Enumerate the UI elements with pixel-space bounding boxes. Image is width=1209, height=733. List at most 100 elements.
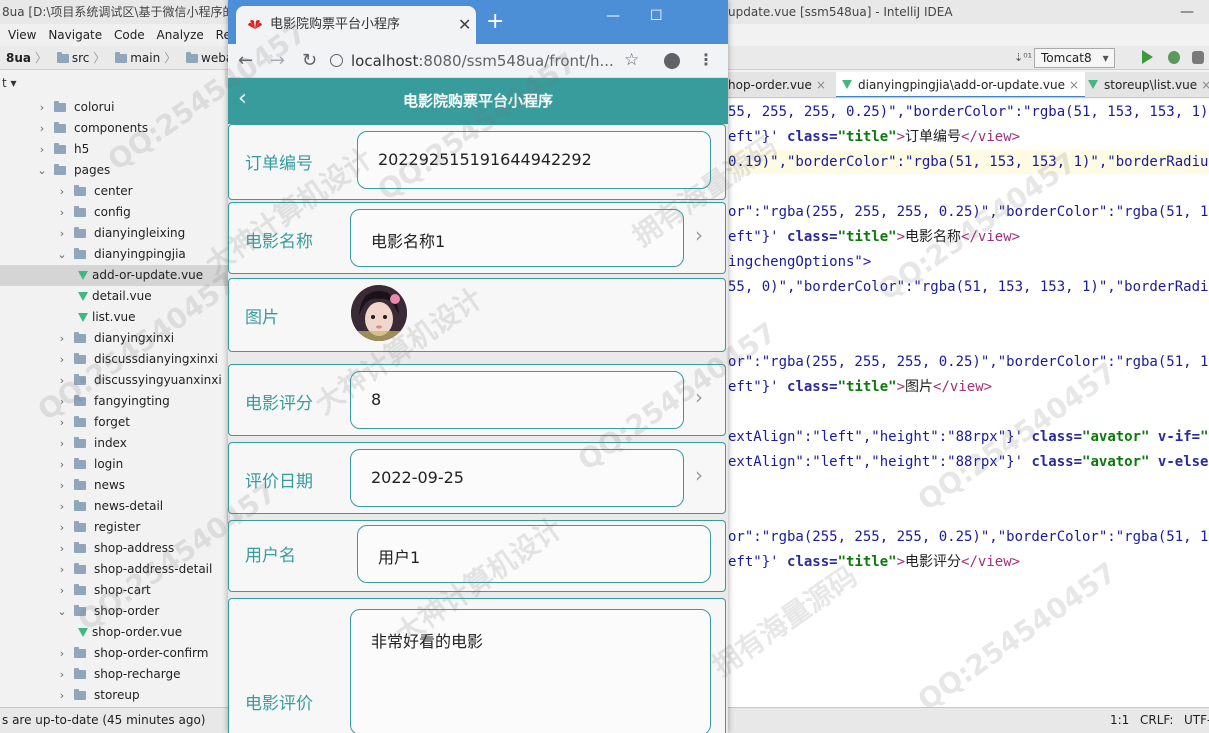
tree-folder-item[interactable]: › storeup — [0, 685, 228, 706]
tree-folder-item[interactable]: › shop-address — [0, 538, 228, 559]
vcs-icon[interactable]: ⇣⁰¹ — [1014, 46, 1032, 70]
reload-icon[interactable]: ↻ — [302, 50, 317, 72]
chevron-right-icon[interactable]: › — [56, 685, 68, 706]
chevron-right-icon[interactable]: › — [56, 580, 68, 601]
code-line[interactable]: eft"}' class="title">电影名称</view> — [728, 225, 1020, 249]
chevron-right-icon[interactable]: › — [56, 412, 68, 433]
tree-folder-item[interactable]: ⌄ dianyingpingjia — [0, 244, 228, 265]
run-config-select[interactable]: Tomcat8 — [1034, 48, 1115, 68]
editor-tab-add-or-update[interactable]: dianyingpingjia\add-or-update.vue × — [836, 72, 1086, 97]
back-arrow-icon[interactable]: ← — [238, 50, 253, 72]
file-encoding[interactable]: UTF- — [1184, 708, 1209, 732]
chevron-right-icon[interactable]: › — [56, 202, 68, 223]
chevron-down-icon[interactable]: ⌄ — [36, 160, 48, 181]
movie-rating-select[interactable]: 8 — [350, 371, 684, 429]
tree-file-item[interactable]: add-or-update.vue — [0, 265, 228, 286]
chevron-right-icon[interactable]: › — [36, 118, 48, 139]
tree-folder-item[interactable]: › components — [0, 118, 228, 139]
tree-folder-item[interactable]: › forget — [0, 412, 228, 433]
breadcrumb-src[interactable]: src — [56, 46, 89, 69]
tree-folder-item[interactable]: › discussyingyuanxinxi — [0, 370, 228, 391]
tree-folder-item[interactable]: › news — [0, 475, 228, 496]
address-bar[interactable]: localhost:8080/ssm548ua/front/h... — [330, 48, 640, 74]
chevron-right-icon[interactable]: › — [695, 223, 703, 247]
tree-folder-item[interactable]: › colorui — [0, 97, 228, 118]
breadcrumb-webapp[interactable]: webapp — [186, 46, 228, 69]
code-line[interactable]: ingchengOptions"> — [728, 250, 871, 274]
run-icon[interactable] — [1142, 50, 1153, 64]
breadcrumb-main[interactable]: main — [115, 46, 160, 69]
breadcrumb-project[interactable]: 8ua — [6, 46, 31, 69]
tree-folder-item[interactable]: › h5 — [0, 139, 228, 160]
code-line[interactable]: or":"rgba(255, 255, 255, 0.25)","borderC… — [728, 525, 1209, 549]
tree-folder-item[interactable]: › config — [0, 202, 228, 223]
code-line[interactable]: 55, 0)","borderColor":"rgba(51, 153, 153… — [728, 275, 1209, 299]
tree-folder-item[interactable]: › discussdianyingxinxi — [0, 349, 228, 370]
coverage-icon[interactable] — [1192, 51, 1204, 64]
editor-tab-shop-order[interactable]: hop-order.vue × — [728, 72, 832, 97]
code-line[interactable]: eft"}' class="title">电影评分</view> — [728, 550, 1020, 574]
chevron-right-icon[interactable]: › — [36, 139, 48, 160]
browser-tab[interactable]: 电影院购票平台小程序 ✕ — [236, 6, 476, 44]
code-line[interactable]: 55, 255, 255, 0.25)","borderColor":"rgba… — [728, 100, 1209, 124]
chevron-right-icon[interactable]: › — [56, 433, 68, 454]
code-line[interactable]: extAlign":"left","height":"88rpx"}' clas… — [728, 425, 1209, 449]
tree-folder-item[interactable]: › shop-address-detail — [0, 559, 228, 580]
tree-folder-item[interactable]: › center — [0, 181, 228, 202]
line-separator[interactable]: CRLF: — [1140, 708, 1173, 732]
chevron-right-icon[interactable]: › — [56, 328, 68, 349]
code-line[interactable]: 0.19)","borderColor":"rgba(51, 153, 153,… — [728, 150, 1209, 174]
code-line[interactable]: eft"}' class="title">图片</view> — [728, 375, 992, 399]
code-editor[interactable]: 55, 255, 255, 0.25)","borderColor":"rgba… — [728, 99, 1209, 707]
review-date-picker[interactable]: 2022-09-25 — [350, 449, 684, 507]
close-icon[interactable]: × — [1201, 78, 1209, 92]
tree-folder-item[interactable]: › dianyingxinxi — [0, 328, 228, 349]
chevron-down-icon[interactable]: ⌄ — [56, 601, 68, 622]
code-line[interactable]: eft"}' class="title">订单编号</view> — [728, 125, 1020, 149]
code-line[interactable]: extAlign":"left","height":"88rpx"}' clas… — [728, 450, 1208, 474]
tree-folder-item[interactable]: › news-detail — [0, 496, 228, 517]
chevron-down-icon[interactable]: ⌄ — [56, 244, 68, 265]
movie-image-avatar[interactable] — [351, 285, 407, 341]
info-icon[interactable] — [330, 54, 343, 67]
chevron-right-icon[interactable]: › — [56, 517, 68, 538]
maximize-icon[interactable]: ☐ — [650, 8, 663, 24]
tree-folder-item[interactable]: › shop-order-confirm — [0, 643, 228, 664]
tree-folder-item[interactable]: ⌄ pages — [0, 160, 228, 181]
minimize-icon[interactable]: — — [1180, 0, 1194, 24]
forward-arrow-icon[interactable]: → — [270, 50, 285, 72]
chevron-right-icon[interactable]: › — [56, 643, 68, 664]
code-line[interactable]: or":"rgba(255, 255, 255, 0.25)","borderC… — [728, 200, 1209, 224]
tree-file-item[interactable]: list.vue — [0, 307, 228, 328]
menu-view[interactable]: View — [8, 24, 36, 46]
tree-folder-item[interactable]: › register — [0, 517, 228, 538]
menu-navigate[interactable]: Navigate — [48, 24, 102, 46]
cursor-position[interactable]: 1:1 — [1110, 708, 1129, 732]
menu-analyze[interactable]: Analyze — [157, 24, 204, 46]
chevron-right-icon[interactable]: › — [56, 538, 68, 559]
project-panel-header[interactable]: t ▾ — [0, 72, 228, 94]
close-icon[interactable]: × — [1069, 78, 1079, 92]
bookmark-star-icon[interactable]: ☆ — [624, 50, 639, 70]
close-icon[interactable]: ✕ — [458, 6, 471, 44]
tree-folder-item[interactable]: › shop-recharge — [0, 664, 228, 685]
editor-tab-storeup-list[interactable]: storeup\list.vue× — [1082, 72, 1209, 97]
tree-folder-item[interactable]: › index — [0, 433, 228, 454]
code-line[interactable]: or":"rgba(255, 255, 255, 0.25)","borderC… — [728, 350, 1209, 374]
chevron-right-icon[interactable]: › — [56, 559, 68, 580]
back-chevron-icon[interactable]: ‹ — [238, 86, 247, 112]
debug-icon[interactable] — [1168, 51, 1180, 64]
chevron-right-icon[interactable]: › — [695, 463, 703, 487]
profile-avatar-icon[interactable] — [664, 53, 680, 69]
menu-code[interactable]: Code — [114, 24, 145, 46]
chevron-right-icon[interactable]: › — [56, 223, 68, 244]
tree-file-item[interactable]: shop-order.vue — [0, 622, 228, 643]
close-icon[interactable]: × — [816, 78, 826, 92]
chevron-right-icon[interactable]: › — [56, 454, 68, 475]
movie-review-textarea[interactable]: 非常好看的电影 — [350, 609, 711, 733]
chevron-right-icon[interactable]: › — [695, 385, 703, 409]
chevron-right-icon[interactable]: › — [56, 664, 68, 685]
new-tab-button[interactable]: + — [486, 8, 504, 36]
movie-name-select[interactable]: 电影名称1 — [350, 209, 684, 267]
tree-folder-item[interactable]: › shop-cart — [0, 580, 228, 601]
